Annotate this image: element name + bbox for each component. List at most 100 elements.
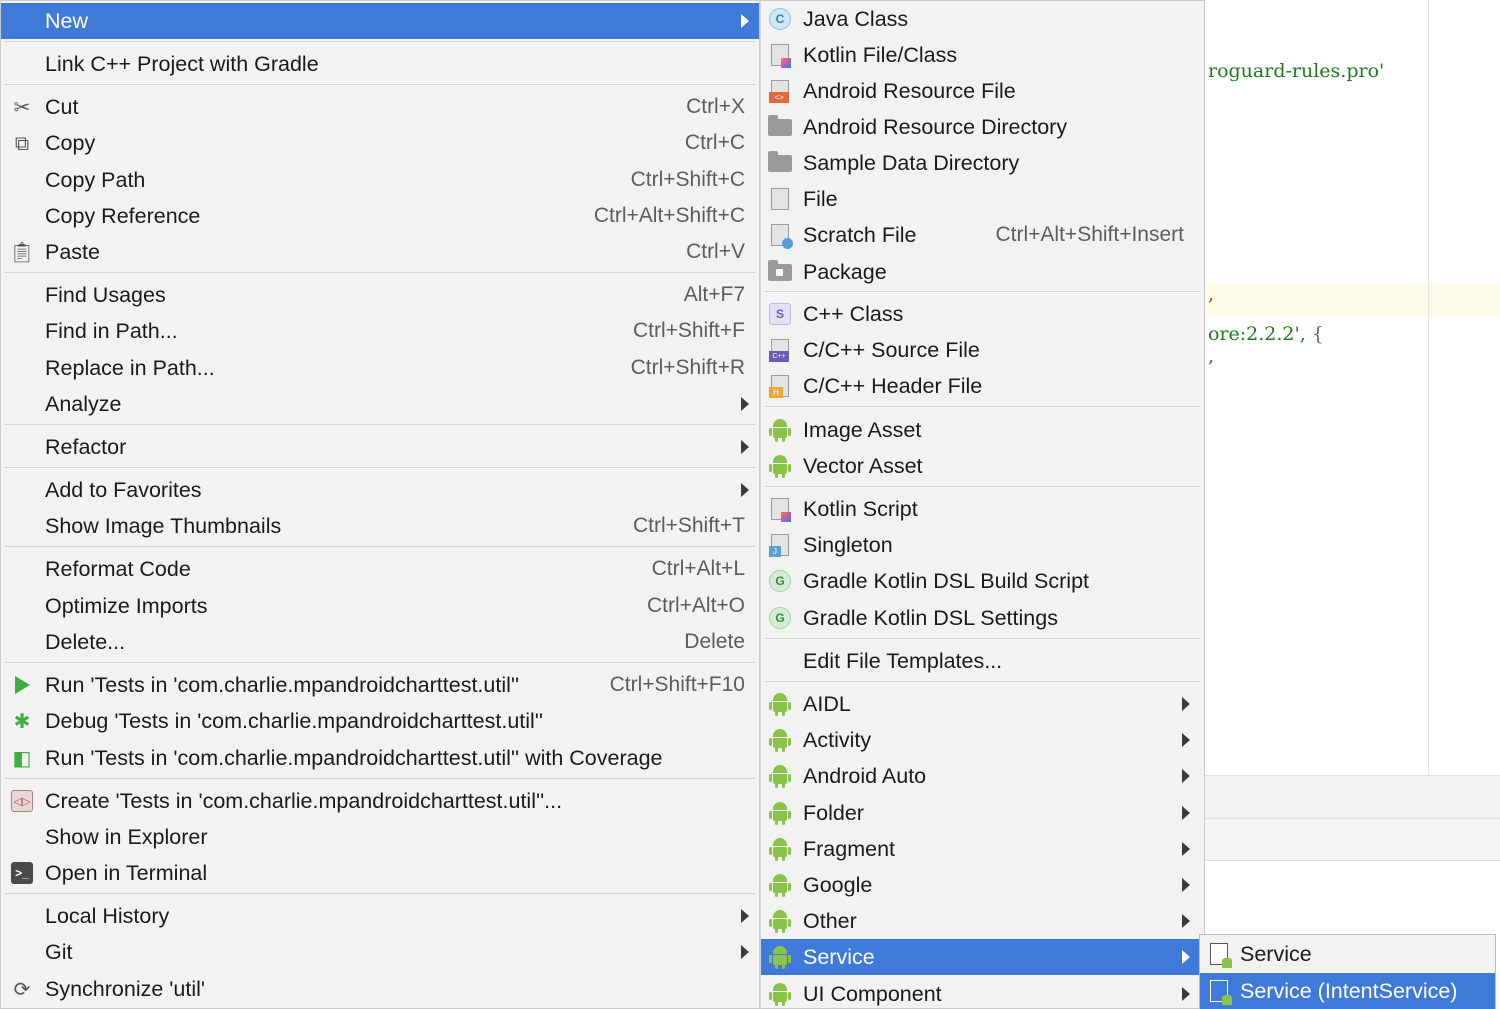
menu-separator: [5, 778, 755, 779]
menu-item-optimize-imports[interactable]: Optimize Imports Ctrl+Alt+O: [1, 588, 759, 624]
menu-item-synchronize[interactable]: ⟳ Synchronize 'util': [1, 971, 759, 1007]
menu-item-copy-path[interactable]: Copy Path Ctrl+Shift+C: [1, 162, 759, 198]
submenu-arrow-icon: [1182, 697, 1190, 711]
resource-file-icon: <>: [767, 78, 793, 104]
code-editor[interactable]: roguard-rules.pro' , ore:2.2.2', { ,: [1204, 0, 1500, 1009]
kotlin-script-icon: [767, 496, 793, 522]
submenu-arrow-icon: [1182, 842, 1190, 856]
new-item-google[interactable]: Google: [761, 867, 1204, 903]
service-submenu: Service Service (IntentService): [1199, 934, 1496, 1009]
service-item-intent-service[interactable]: Service (IntentService): [1200, 973, 1495, 1009]
file-icon: [767, 186, 793, 212]
new-item-cpp-source[interactable]: C++ C/C++ Source File: [761, 332, 1204, 368]
new-item-package[interactable]: Package: [761, 254, 1204, 290]
menu-separator: [765, 406, 1200, 407]
menu-item-add-to-favorites[interactable]: Add to Favorites: [1, 472, 759, 508]
new-item-service[interactable]: Service: [761, 939, 1204, 975]
menu-item-label: Service: [1240, 941, 1312, 966]
android-icon: [767, 417, 793, 443]
menu-item-label: Replace in Path...: [45, 355, 215, 380]
menu-item-local-history[interactable]: Local History: [1, 898, 759, 934]
menu-item-show-image-thumbnails[interactable]: Show Image Thumbnails Ctrl+Shift+T: [1, 508, 759, 544]
menu-separator: [5, 893, 755, 894]
menu-item-debug-tests[interactable]: ✱ Debug 'Tests in 'com.charlie.mpandroid…: [1, 703, 759, 739]
new-item-cpp-class[interactable]: S C++ Class: [761, 296, 1204, 332]
menu-item-cut[interactable]: ✂ Cut Ctrl+X: [1, 89, 759, 125]
new-item-fragment[interactable]: Fragment: [761, 831, 1204, 867]
menu-separator: [5, 546, 755, 547]
menu-item-delete[interactable]: Delete... Delete: [1, 624, 759, 660]
new-item-ui-component[interactable]: UI Component: [761, 976, 1204, 1009]
new-item-image-asset[interactable]: Image Asset: [761, 412, 1204, 448]
menu-item-new[interactable]: New: [1, 3, 759, 39]
menu-item-create-tests[interactable]: ◁▷ Create 'Tests in 'com.charlie.mpandro…: [1, 783, 759, 819]
singleton-icon: J: [767, 532, 793, 558]
menu-item-shortcut: Ctrl+Shift+R: [630, 356, 745, 379]
submenu-arrow-icon: [1182, 878, 1190, 892]
new-item-file[interactable]: File: [761, 181, 1204, 217]
new-item-android-resource-directory[interactable]: Android Resource Directory: [761, 109, 1204, 145]
new-item-android-resource-file[interactable]: <> Android Resource File: [761, 73, 1204, 109]
menu-item-replace-in-path[interactable]: Replace in Path... Ctrl+Shift+R: [1, 350, 759, 386]
menu-item-run-coverage[interactable]: ◧ Run 'Tests in 'com.charlie.mpandroidch…: [1, 740, 759, 776]
menu-separator: [5, 272, 755, 273]
submenu-arrow-icon: [1182, 914, 1190, 928]
menu-item-label: Singleton: [803, 532, 893, 557]
menu-item-label: AIDL: [803, 691, 851, 716]
new-item-aidl[interactable]: AIDL: [761, 686, 1204, 722]
run-icon: [9, 672, 35, 698]
menu-item-label: New: [45, 8, 89, 33]
scissors-icon: ✂: [13, 95, 31, 119]
menu-item-copy-reference[interactable]: Copy Reference Ctrl+Alt+Shift+C: [1, 198, 759, 234]
menu-item-find-in-path[interactable]: Find in Path... Ctrl+Shift+F: [1, 313, 759, 349]
menu-item-find-usages[interactable]: Find Usages Alt+F7: [1, 277, 759, 313]
new-item-kotlin-file[interactable]: Kotlin File/Class: [761, 37, 1204, 73]
menu-item-run-tests[interactable]: Run 'Tests in 'com.charlie.mpandroidchar…: [1, 667, 759, 703]
menu-item-open-in-terminal[interactable]: >_ Open in Terminal: [1, 855, 759, 891]
new-item-java-class[interactable]: C Java Class: [761, 1, 1204, 37]
new-item-other[interactable]: Other: [761, 903, 1204, 939]
menu-item-label: Refactor: [45, 434, 127, 459]
new-item-gradle-build-script[interactable]: G Gradle Kotlin DSL Build Script: [761, 563, 1204, 599]
new-item-folder[interactable]: Folder: [761, 795, 1204, 831]
menu-item-shortcut: Ctrl+V: [686, 240, 745, 263]
menu-item-shortcut: Ctrl+Alt+L: [651, 557, 745, 580]
clipboard-icon: 📋︎: [9, 240, 35, 264]
bottom-panel-toolbar: [1204, 819, 1500, 861]
menu-item-reformat-code[interactable]: Reformat Code Ctrl+Alt+L: [1, 551, 759, 587]
menu-item-label: Android Resource Directory: [803, 114, 1068, 139]
menu-item-link-gradle[interactable]: Link C++ Project with Gradle: [1, 46, 759, 82]
menu-item-show-in-explorer[interactable]: Show in Explorer: [1, 819, 759, 855]
menu-item-git[interactable]: Git: [1, 934, 759, 970]
menu-item-label: UI Component: [803, 981, 942, 1006]
new-item-scratch-file[interactable]: Scratch File Ctrl+Alt+Shift+Insert: [761, 217, 1204, 253]
menu-item-label: File: [803, 186, 838, 211]
new-item-kotlin-script[interactable]: Kotlin Script: [761, 491, 1204, 527]
menu-item-paste[interactable]: 📋︎ Paste Ctrl+V: [1, 234, 759, 270]
new-item-cpp-header[interactable]: H C/C++ Header File: [761, 368, 1204, 404]
new-item-vector-asset[interactable]: Vector Asset: [761, 448, 1204, 484]
service-file-icon: [1206, 978, 1232, 1005]
cpp-class-icon: S: [767, 301, 793, 327]
menu-item-label: Open in Terminal: [45, 860, 208, 885]
menu-item-refactor[interactable]: Refactor: [1, 429, 759, 465]
new-item-edit-file-templates[interactable]: Edit File Templates...: [761, 643, 1204, 679]
new-item-activity[interactable]: Activity: [761, 722, 1204, 758]
menu-item-label: Vector Asset: [803, 453, 923, 478]
submenu-arrow-icon: [741, 909, 749, 923]
service-item-service[interactable]: Service: [1200, 936, 1495, 972]
menu-item-label: Debug 'Tests in 'com.charlie.mpandroidch…: [45, 708, 544, 733]
submenu-arrow-icon: [1182, 733, 1190, 747]
new-item-sample-data-directory[interactable]: Sample Data Directory: [761, 145, 1204, 181]
new-item-gradle-settings[interactable]: G Gradle Kotlin DSL Settings: [761, 600, 1204, 636]
new-item-singleton[interactable]: J Singleton: [761, 527, 1204, 563]
menu-item-analyze[interactable]: Analyze: [1, 386, 759, 422]
menu-item-label: Add to Favorites: [45, 477, 202, 502]
menu-item-shortcut: Ctrl+Alt+Shift+Insert: [995, 223, 1185, 246]
menu-item-copy[interactable]: ⧉ Copy Ctrl+C: [1, 125, 759, 161]
submenu-arrow-icon: [741, 483, 749, 497]
sync-icon: ⟳: [13, 977, 31, 1001]
menu-item-label: Edit File Templates...: [803, 648, 1003, 673]
menu-item-label: Image Asset: [803, 417, 922, 442]
new-item-android-auto[interactable]: Android Auto: [761, 758, 1204, 794]
